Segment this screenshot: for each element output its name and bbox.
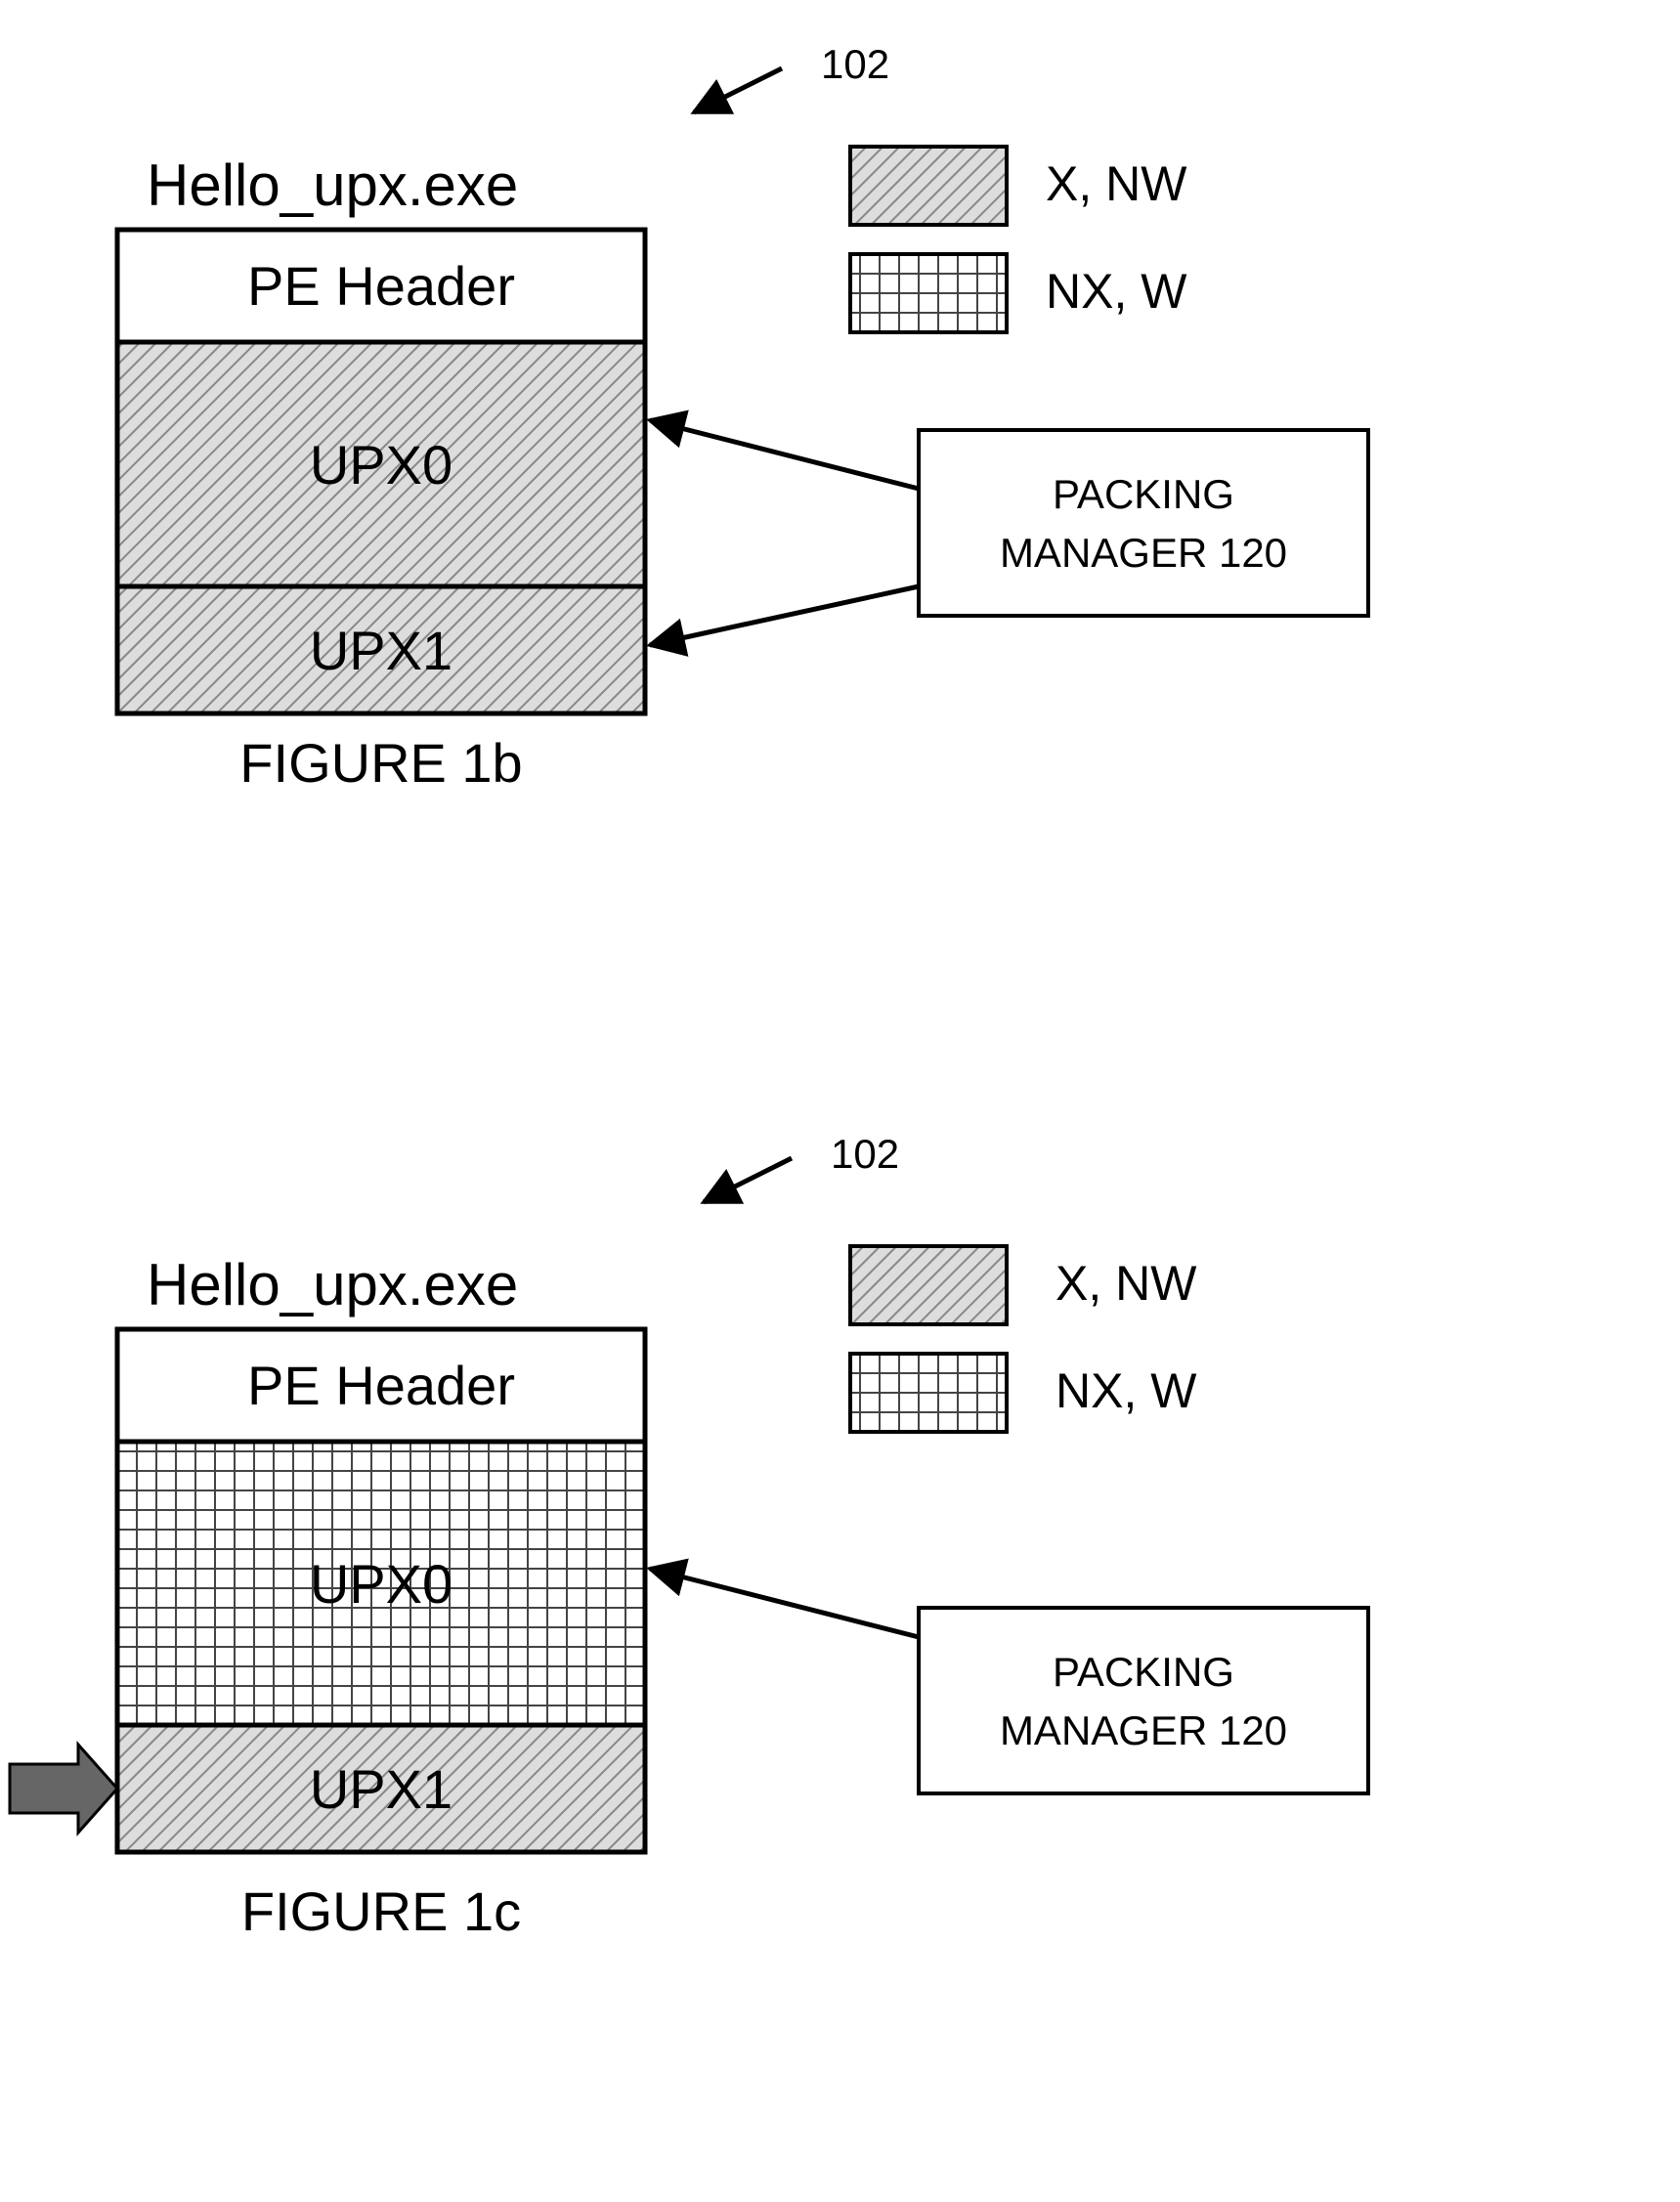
figure-1b: 102 Hello_upx.exe PE Header UPX0 UPX1 FI… [117,41,1368,794]
legend-xnw-label-c: X, NW [1055,1256,1197,1311]
manager-to-upx0-arrow-c [650,1569,919,1637]
figure-1c: 102 Hello_upx.exe PE Header UPX0 UPX1 FI… [10,1131,1368,1942]
figure-1b-caption: FIGURE 1b [239,732,522,794]
packing-manager-line1-b: PACKING [1053,471,1234,517]
ref-102-fig-c: 102 [704,1131,899,1202]
legend-grid-swatch-b [850,254,1007,332]
manager-to-upx1-arrow-b [650,586,919,645]
ref-102-fig-b: 102 [694,41,889,112]
legend-grid-swatch-c [850,1354,1007,1432]
file-title-b: Hello_upx.exe [147,152,518,218]
file-title-c: Hello_upx.exe [147,1252,518,1317]
ref-102-label-c: 102 [831,1131,899,1177]
pe-stack-c: PE Header UPX0 UPX1 [117,1329,645,1852]
legend-nxw-label-c: NX, W [1055,1363,1197,1418]
packing-manager-line2-c: MANAGER 120 [1000,1707,1287,1753]
legend-hatch-swatch-b [850,147,1007,225]
entry-arrow-icon [10,1745,117,1833]
upx0-label-b: UPX0 [310,434,452,496]
packing-manager-box-c: PACKING MANAGER 120 [919,1608,1368,1793]
packing-manager-box-b: PACKING MANAGER 120 [919,430,1368,616]
packing-manager-line2-b: MANAGER 120 [1000,530,1287,576]
ref-102-label-b: 102 [821,41,889,87]
legend-c: X, NW NX, W [850,1246,1197,1432]
pe-header-label-b: PE Header [247,255,515,317]
legend-b: X, NW NX, W [850,147,1187,332]
legend-hatch-swatch-c [850,1246,1007,1324]
manager-to-upx0-arrow-b [650,420,919,489]
figure-1c-caption: FIGURE 1c [241,1880,521,1942]
upx1-label-c: UPX1 [310,1758,452,1820]
pe-header-label-c: PE Header [247,1355,515,1416]
legend-nxw-label-b: NX, W [1046,264,1187,319]
legend-xnw-label-b: X, NW [1046,156,1187,211]
packing-manager-line1-c: PACKING [1053,1649,1234,1695]
upx0-label-c: UPX0 [310,1553,452,1615]
pe-stack-b: PE Header UPX0 UPX1 [117,230,645,713]
upx1-label-b: UPX1 [310,620,452,681]
